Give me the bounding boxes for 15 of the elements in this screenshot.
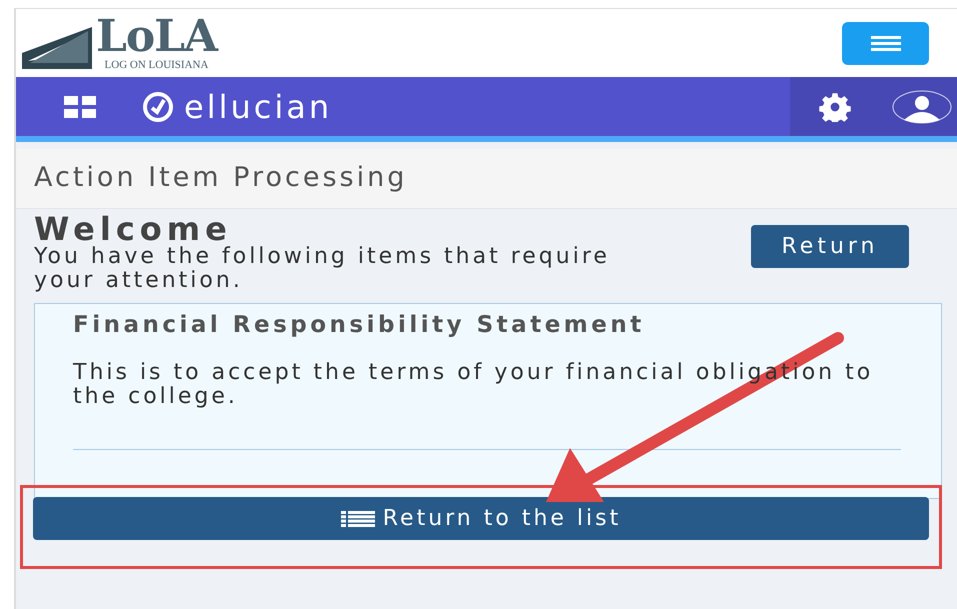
item-title: Financial Responsibility Statement [73,311,646,340]
logo-wordmark: LoLA [96,15,217,59]
return-button[interactable]: Return [751,225,909,268]
menu-icon [870,35,900,51]
menu-button[interactable] [842,22,929,64]
brand-logo-icon [142,90,174,122]
welcome-heading: Welcome [34,213,232,245]
welcome-message: You have the following items that require your attention. [34,245,611,293]
grid-icon[interactable] [64,96,96,118]
brand-name[interactable]: ellucian [184,82,332,130]
user-avatar-icon[interactable] [891,90,953,124]
return-to-list-button[interactable]: Return to the list [33,497,929,540]
list-icon [340,510,375,526]
logo-tagline: LOG ON LOUISIANA [104,59,208,71]
page-title: Action Item Processing [34,161,408,196]
